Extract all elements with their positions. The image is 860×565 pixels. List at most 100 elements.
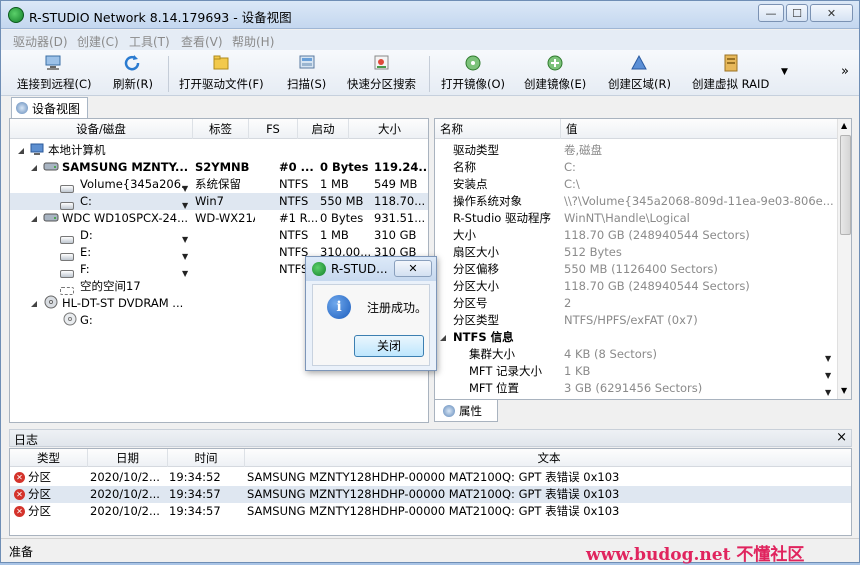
col-device[interactable]: 设备/磁盘: [10, 119, 193, 139]
col-size[interactable]: 大小: [349, 119, 428, 139]
col-fs[interactable]: FS: [249, 119, 298, 139]
prop-row[interactable]: 集群大小 4 KB (8 Sectors) ▼: [435, 346, 837, 363]
collapse-icon[interactable]: ◢: [18, 142, 24, 159]
col-prop-name[interactable]: 名称: [435, 119, 561, 139]
prop-row[interactable]: 分区大小 118.70 GB (248940544 Sectors): [435, 278, 837, 295]
menu-bar: 驱动器(D) 创建(C) 工具(T) 查看(V) 帮助(H): [1, 30, 859, 50]
status-text: 准备: [9, 545, 34, 559]
scroll-thumb[interactable]: [840, 135, 851, 235]
close-button[interactable]: ✕: [810, 4, 853, 22]
dropdown-arrow-icon[interactable]: ▼: [825, 384, 831, 399]
properties-icon: [443, 404, 455, 417]
dialog-close-confirm-button[interactable]: 关闭: [354, 335, 424, 357]
open-image-button[interactable]: 打开镜像(O): [441, 54, 505, 92]
app-logo-icon: [8, 7, 24, 23]
menu-tools[interactable]: 工具(T): [129, 33, 170, 50]
create-region-icon: [628, 54, 650, 72]
open-drive-files-button[interactable]: 打开驱动文件(F): [179, 54, 264, 92]
device-view-icon: [16, 102, 28, 114]
menu-create[interactable]: 创建(C): [77, 33, 119, 50]
menu-view[interactable]: 查看(V): [181, 33, 223, 50]
col-label[interactable]: 标签: [193, 119, 249, 139]
prop-row[interactable]: 分区类型 NTFS/HPFS/exFAT (0x7): [435, 312, 837, 329]
info-icon: i: [327, 295, 351, 319]
device-table-header: 设备/磁盘 标签 FS 启动 大小: [10, 119, 428, 139]
connect-remote-button[interactable]: 连接到远程(C): [17, 54, 92, 92]
col-start[interactable]: 启动: [298, 119, 349, 139]
dialog-close-button[interactable]: ✕: [394, 260, 432, 277]
create-region-button[interactable]: 创建区域(R): [608, 54, 671, 92]
properties-header: 名称 值: [435, 119, 837, 139]
quick-partition-search-button[interactable]: 快速分区搜索: [347, 54, 416, 92]
tree-row-local-computer[interactable]: ◢ 本地计算机: [10, 142, 428, 159]
raid-dropdown-arrow[interactable]: ▼: [781, 67, 788, 77]
scroll-down-icon[interactable]: ▼: [841, 386, 847, 395]
col-log-type[interactable]: 类型: [10, 449, 88, 467]
disk-icon: [43, 159, 59, 176]
menu-help[interactable]: 帮助(H): [232, 33, 274, 50]
prop-row[interactable]: 驱动类型 卷,磁盘: [435, 142, 837, 159]
tree-row-samsung[interactable]: ◢ SAMSUNG MZNTY... S2YMNB0... #0 ... 0 B…: [10, 159, 428, 176]
prop-row[interactable]: 安装点 C:\: [435, 176, 837, 193]
tab-properties[interactable]: 属性: [434, 400, 498, 422]
log-title-bar: 日志 ×: [9, 429, 852, 447]
col-log-text[interactable]: 文本: [245, 449, 851, 467]
dialog-body: i 注册成功。 关闭: [312, 284, 430, 366]
create-image-button[interactable]: 创建镜像(E): [524, 54, 586, 92]
col-prop-value[interactable]: 值: [561, 119, 837, 139]
tree-row-c-selected[interactable]: C: ▼ Win7 NTFS 550 MB 118.70...: [10, 193, 428, 210]
log-row[interactable]: ✕ 分区 2020/10/2... 19:34:57 SAMSUNG MZNTY1…: [10, 503, 851, 520]
partition-search-icon: [371, 54, 393, 72]
col-log-date[interactable]: 日期: [88, 449, 168, 467]
log-row[interactable]: ✕ 分区 2020/10/2... 19:34:57 SAMSUNG MZNTY1…: [10, 486, 851, 503]
prop-row[interactable]: MFT 位置 3 GB (6291456 Sectors) ▼: [435, 380, 837, 397]
toolbar-overflow-button[interactable]: »: [841, 64, 849, 79]
cd-icon: [62, 312, 78, 329]
toolbar: 连接到远程(C) 刷新(R) 打开驱动文件(F) 扫描(S) 快速分区搜索 打开…: [1, 50, 859, 96]
menu-drive[interactable]: 驱动器(D): [13, 33, 68, 50]
create-virtual-raid-button[interactable]: 创建虚拟 RAID: [692, 54, 769, 92]
collapse-icon[interactable]: ◢: [31, 295, 37, 312]
error-icon: ✕: [14, 506, 25, 517]
prop-row[interactable]: 大小 118.70 GB (248940544 Sectors): [435, 227, 837, 244]
app-window: R-STUDIO Network 8.14.179693 - 设备视图 — ☐ …: [0, 0, 860, 565]
collapse-icon[interactable]: ◢: [31, 159, 37, 176]
computer-icon: [30, 142, 44, 159]
toolbar-separator: [168, 56, 169, 92]
prop-row[interactable]: 操作系统对象 \\?\Volume{345a2068-809d-11ea-9e03…: [435, 193, 837, 210]
collapse-icon[interactable]: ◢: [440, 329, 446, 346]
dialog-title-bar: R-STUD... ✕: [306, 257, 436, 281]
prop-group-ntfs[interactable]: ◢ NTFS 信息: [435, 329, 837, 346]
folder-open-icon: [210, 54, 232, 72]
maximize-button[interactable]: ☐: [786, 4, 808, 22]
log-row[interactable]: ✕ 分区 2020/10/2... 19:34:52 SAMSUNG MZNTY1…: [10, 469, 851, 486]
col-log-time[interactable]: 时间: [168, 449, 245, 467]
toolbar-separator: [429, 56, 430, 92]
dialog-title: R-STUD...: [331, 262, 388, 276]
collapse-icon[interactable]: ◢: [31, 210, 37, 227]
refresh-button[interactable]: 刷新(R): [113, 54, 153, 92]
tree-row-volume[interactable]: Volume{345a206... ▼ 系统保留 NTFS 1 MB 549 M…: [10, 176, 428, 193]
refresh-icon: [122, 54, 144, 72]
tree-row-wdc[interactable]: ◢ WDC WD10SPCX-24... WD-WX21A... #1 R...…: [10, 210, 428, 227]
create-image-icon: [544, 54, 566, 72]
log-panel: 类型 日期 时间 文本 ✕ 分区 2020/10/2... 19:34:52 SA…: [9, 448, 852, 536]
prop-row[interactable]: MFT 记录大小 1 KB ▼: [435, 363, 837, 380]
scroll-up-icon[interactable]: ▲: [841, 121, 847, 130]
scan-button[interactable]: 扫描(S): [287, 54, 326, 92]
prop-row[interactable]: 分区偏移 550 MB (1126400 Sectors): [435, 261, 837, 278]
window-title: R-STUDIO Network 8.14.179693 - 设备视图: [29, 10, 292, 25]
scan-icon: [296, 54, 318, 72]
tree-row-d[interactable]: D: ▼ NTFS 1 MB 310 GB: [10, 227, 428, 244]
properties-scrollbar[interactable]: ▲ ▼: [837, 119, 851, 399]
prop-row[interactable]: 扇区大小 512 Bytes: [435, 244, 837, 261]
tab-strip: 设备视图: [1, 96, 859, 118]
optical-drive-icon: [43, 295, 59, 312]
prop-row[interactable]: R-Studio 驱动程序 WinNT\Handle\Logical: [435, 210, 837, 227]
tab-device-view-label: 设备视图: [32, 101, 81, 116]
prop-row[interactable]: 名称 C:: [435, 159, 837, 176]
minimize-button[interactable]: —: [758, 4, 784, 22]
tab-device-view[interactable]: 设备视图: [11, 97, 89, 118]
prop-row[interactable]: 分区号 2: [435, 295, 837, 312]
log-close-button[interactable]: ×: [836, 430, 847, 445]
